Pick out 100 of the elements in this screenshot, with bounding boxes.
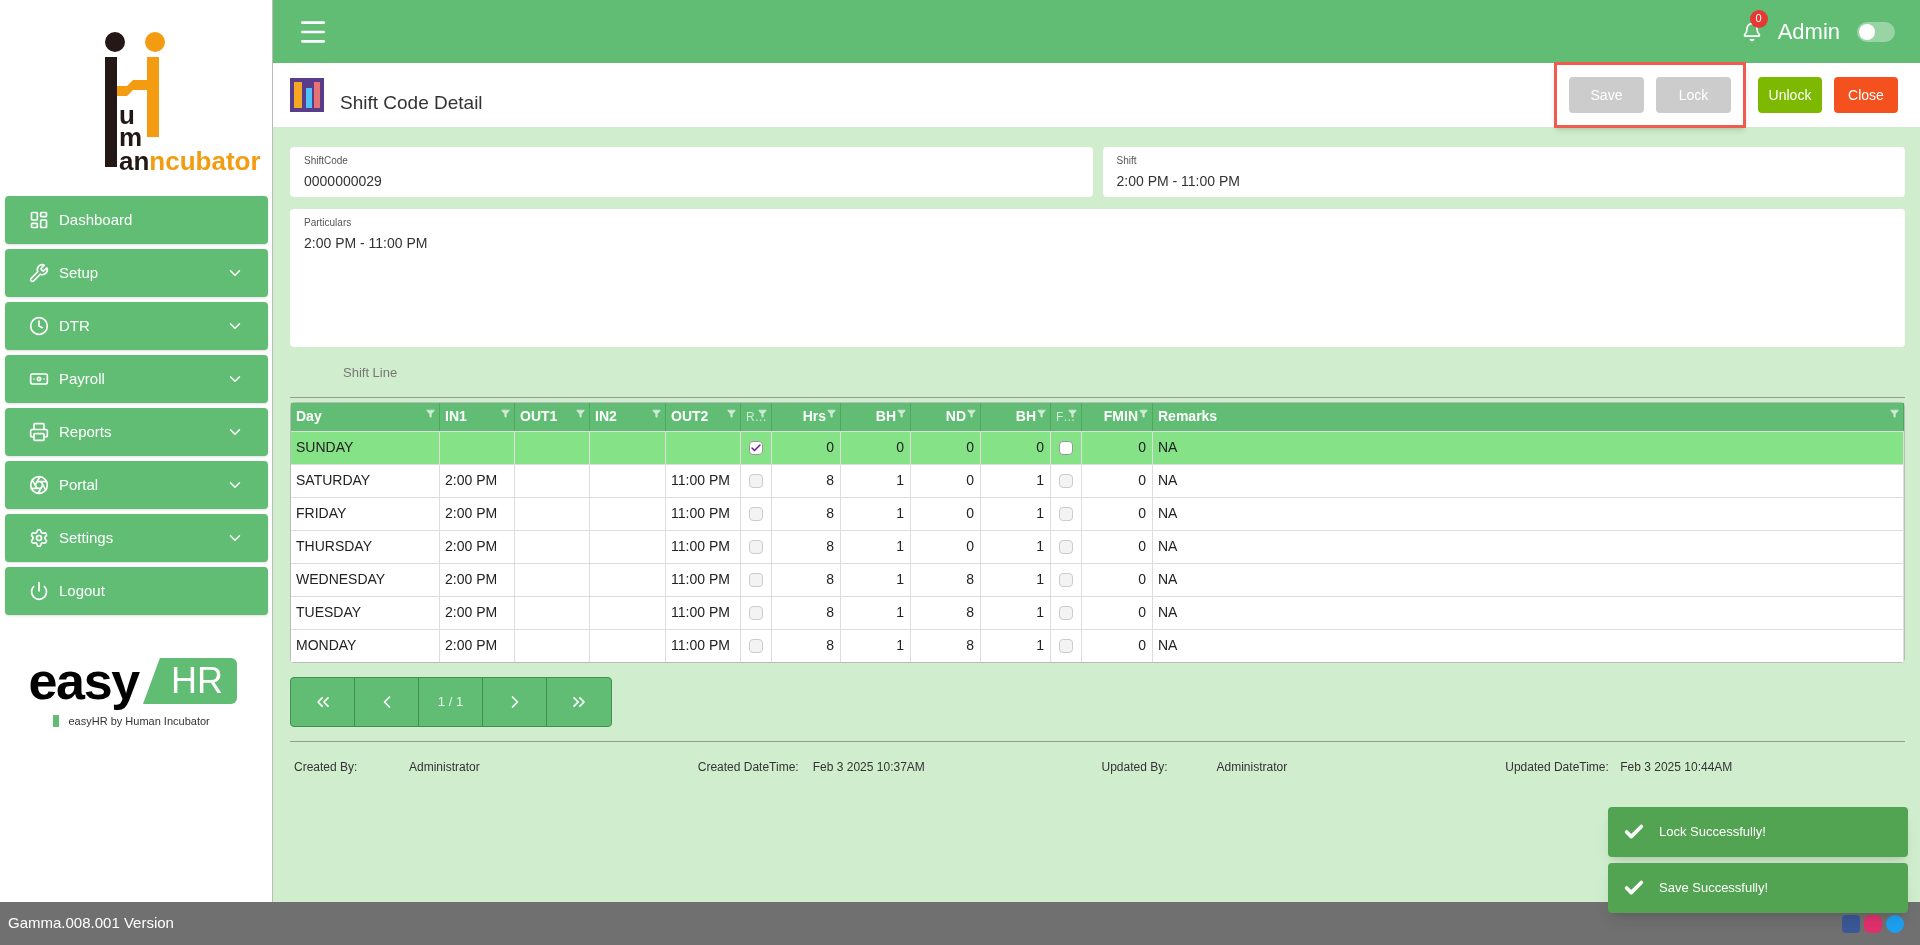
close-button[interactable]: Close xyxy=(1834,77,1898,113)
user-name[interactable]: Admin xyxy=(1777,15,1840,48)
filter-icon[interactable] xyxy=(897,408,906,418)
sidebar-item[interactable]: Portal xyxy=(5,461,268,509)
filter-icon[interactable] xyxy=(727,408,736,418)
table-cell-text: 2:00 PM xyxy=(445,603,498,622)
table-cell-text: 2:00 PM xyxy=(445,504,498,523)
column-header[interactable]: R… xyxy=(741,402,772,431)
table-cell-text: 8 xyxy=(826,537,834,556)
sidebar-item[interactable]: Logout xyxy=(5,567,268,615)
column-header[interactable]: BH xyxy=(981,402,1051,431)
column-header[interactable]: OUT1 xyxy=(515,402,590,431)
table-cell-text: 0 xyxy=(826,438,834,457)
column-header[interactable]: IN2 xyxy=(590,402,666,431)
column-header[interactable]: FMIN xyxy=(1082,402,1153,431)
sidebar-item[interactable]: Payroll xyxy=(5,355,268,403)
table-cell-text: 0 xyxy=(1138,636,1146,655)
filter-icon[interactable] xyxy=(1037,408,1046,418)
audit-label: Updated By: xyxy=(1101,758,1169,776)
table-cell-text: 0 xyxy=(1138,603,1146,622)
table-cell-text: 11:00 PM xyxy=(671,471,730,490)
table-cell-text: 11:00 PM xyxy=(671,537,730,556)
particulars-field[interactable]: Particulars 2:00 PM - 11:00 PM xyxy=(290,209,1905,347)
table-cell-text: 2:00 PM xyxy=(445,537,498,556)
table-cell-text: 1 xyxy=(896,471,904,490)
column-header[interactable]: OUT2 xyxy=(666,402,741,431)
column-header[interactable]: Day xyxy=(291,402,440,431)
audit-value: Feb 3 2025 10:37AM xyxy=(812,758,925,776)
table-cell-text: NA xyxy=(1158,636,1178,655)
table-cell-text: 0 xyxy=(1138,471,1146,490)
table-cell-text: 8 xyxy=(826,504,834,523)
table-cell-text: 8 xyxy=(826,603,834,622)
column-header[interactable]: Hrs xyxy=(772,402,841,431)
table-cell-text: NA xyxy=(1158,603,1178,622)
unlock-button[interactable]: Unlock xyxy=(1758,77,1822,113)
sidebar-item[interactable]: Reports xyxy=(5,408,268,456)
logo-text: anncubator xyxy=(119,148,261,174)
sidebar-item[interactable]: Dashboard xyxy=(5,196,268,244)
bell-icon[interactable] xyxy=(1741,21,1762,42)
brand-badge: HR xyxy=(143,658,237,704)
version-text: Gamma.008.001 Version xyxy=(8,913,174,934)
notification-badge: 0 xyxy=(1749,9,1768,28)
toggle-icon[interactable] xyxy=(1856,20,1896,43)
filter-icon[interactable] xyxy=(576,408,585,418)
table-cell-text: 8 xyxy=(826,471,834,490)
table-cell-text: 2:00 PM xyxy=(445,471,498,490)
sidebar-item[interactable]: Setup xyxy=(5,249,268,297)
table-cell-text: 11:00 PM xyxy=(671,504,730,523)
table-cell-text: 1 xyxy=(896,504,904,523)
audit-value: Administrator xyxy=(1216,758,1288,776)
table-cell-text: NA xyxy=(1158,504,1178,523)
filter-icon[interactable] xyxy=(1890,408,1899,418)
section-label: Shift Line xyxy=(343,364,398,382)
table-cell-text: 2:00 PM xyxy=(445,636,498,655)
sidebar-item[interactable]: Settings xyxy=(5,514,268,562)
table-cell-text: 2:00 PM xyxy=(445,570,498,589)
table-cell-text: 8 xyxy=(966,603,974,622)
power-icon xyxy=(29,581,49,601)
filter-icon[interactable] xyxy=(426,408,435,418)
column-header[interactable]: Remarks xyxy=(1153,402,1904,431)
page-logo-icon xyxy=(290,78,324,112)
table-cell-text: 0 xyxy=(1036,438,1044,457)
table-cell-text: 1 xyxy=(1036,471,1044,490)
table-cell-text: 0 xyxy=(966,537,974,556)
column-header[interactable]: ND xyxy=(911,402,981,431)
table-cell-text: 0 xyxy=(966,438,974,457)
table-cell-text: 1 xyxy=(896,603,904,622)
filter-icon[interactable] xyxy=(967,408,976,418)
table-cell-text: 0 xyxy=(896,438,904,457)
table-cell-text: FRIDAY xyxy=(296,504,347,523)
dashboard-icon xyxy=(29,210,49,230)
checkbox[interactable] xyxy=(1059,440,1073,455)
column-header[interactable]: IN1 xyxy=(440,402,515,431)
column-header[interactable]: BH xyxy=(841,402,911,431)
toast-message: Save Successfully! xyxy=(1608,863,1908,913)
table-cell-text: 0 xyxy=(1138,438,1146,457)
table-cell-text: SUNDAY xyxy=(296,438,354,457)
table-cell-text: 8 xyxy=(826,570,834,589)
table-cell-text: 1 xyxy=(896,636,904,655)
audit-value: Feb 3 2025 10:44AM xyxy=(1620,758,1733,776)
page-title: Shift Code Detail xyxy=(340,90,483,115)
filter-icon[interactable] xyxy=(501,408,510,418)
table-cell-text: MONDAY xyxy=(296,636,357,655)
table-cell-text: TUESDAY xyxy=(296,603,362,622)
text-field[interactable]: ShiftCode 0000000029 xyxy=(290,147,1093,197)
text-field[interactable]: Shift 2:00 PM - 11:00 PM xyxy=(1102,147,1905,197)
filter-icon[interactable] xyxy=(1139,408,1148,418)
column-header[interactable]: F… xyxy=(1051,402,1082,431)
checkbox[interactable] xyxy=(749,440,763,455)
clock-icon xyxy=(29,316,49,336)
table-cell-text: THURSDAY xyxy=(296,537,372,556)
table-cell-text: 11:00 PM xyxy=(671,603,730,622)
table-row[interactable]: SUNDAY 0 0 0 0 0 NA xyxy=(291,430,1904,464)
sidebar-item[interactable]: DTR xyxy=(5,302,268,350)
table-cell-text: NA xyxy=(1158,438,1178,457)
table-cell-text: 1 xyxy=(1036,570,1044,589)
filter-icon[interactable] xyxy=(827,408,836,418)
table-cell-text: 0 xyxy=(966,504,974,523)
filter-icon[interactable] xyxy=(652,408,661,418)
table-cell-text: 11:00 PM xyxy=(671,636,730,655)
